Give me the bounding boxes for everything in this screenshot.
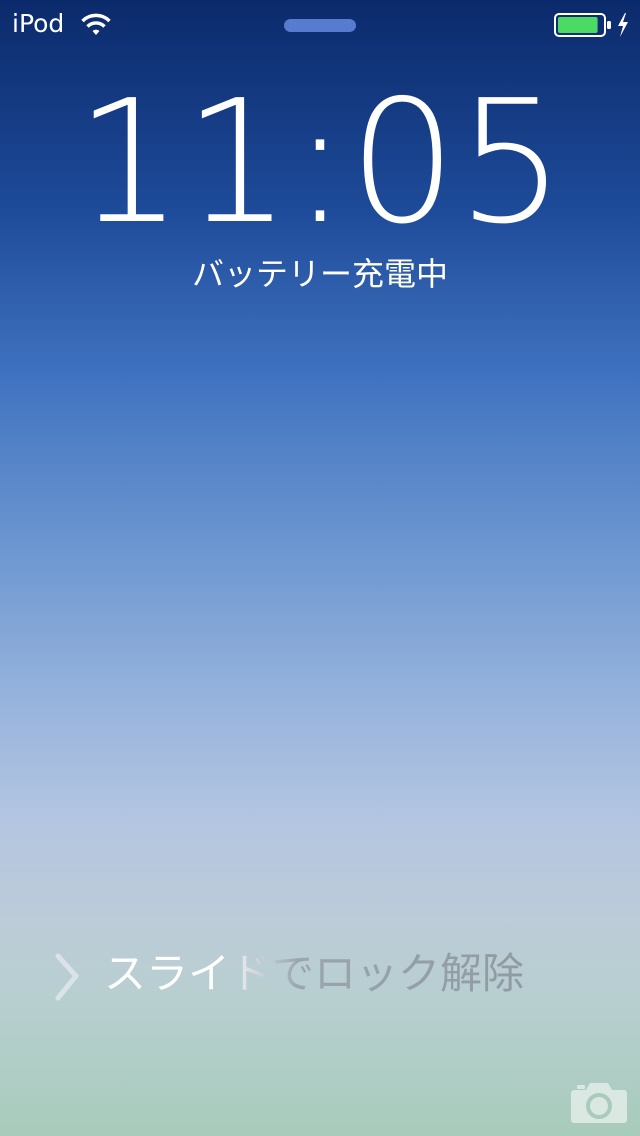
charging-bolt-icon (618, 13, 628, 37)
slide-to-unlock[interactable]: スライドでロック解除 (52, 946, 592, 1006)
status-bar: iPod (0, 0, 640, 48)
carrier-label: iPod (12, 9, 65, 38)
notification-center-grabber[interactable] (284, 19, 356, 32)
camera-icon[interactable] (570, 1078, 628, 1124)
clock-minute: 05 (348, 64, 565, 262)
charging-status-text: バッテリー充電中 (191, 255, 448, 293)
wifi-icon (81, 13, 111, 35)
slide-to-unlock-label[interactable]: スライドでロック解除 (104, 946, 524, 1002)
chevron-right-icon (55, 953, 79, 1001)
clock-separator: : (291, 64, 349, 262)
clock-hour: 11 (75, 64, 292, 262)
battery-charging-icon (554, 13, 611, 37)
lock-screen-clock: 11:05 (0, 78, 640, 248)
